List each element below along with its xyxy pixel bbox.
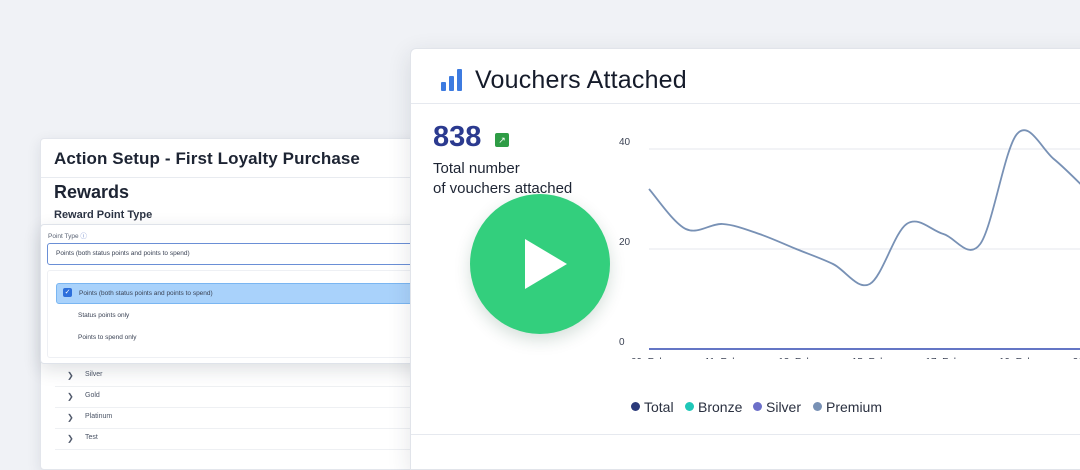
- tier-label: Test: [85, 434, 98, 441]
- kpi-description: Total number: [433, 160, 520, 177]
- point-type-label: Point Type ⓘ: [48, 233, 87, 240]
- option-status-points-only[interactable]: Status points only: [56, 306, 416, 325]
- y-tick-label: 20: [619, 237, 631, 248]
- y-tick-label: 0: [619, 337, 625, 348]
- card-title: Vouchers Attached: [475, 66, 687, 94]
- legend-dot: [685, 402, 694, 411]
- vouchers-line-chart: 0 20 40 09. Feb 11. Feb 13. Feb 15. Feb 17. Feb…: [619, 129, 1080, 359]
- legend-dot: [813, 402, 822, 411]
- point-type-value: Points (both status points and points to…: [56, 250, 190, 257]
- series-line-premium: [648, 129, 1080, 287]
- card-header: Vouchers Attached: [411, 49, 1080, 104]
- option-label: Points to spend only: [78, 334, 137, 341]
- tier-label: Platinum: [85, 413, 113, 420]
- divider: [411, 434, 1080, 435]
- chevron-right-icon: ❯: [67, 413, 74, 422]
- reward-point-type-label: Reward Point Type: [54, 209, 153, 221]
- divider: [41, 177, 461, 178]
- option-points-to-spend-only[interactable]: Points to spend only: [56, 328, 416, 347]
- option-label: Status points only: [78, 312, 130, 319]
- play-button[interactable]: [470, 194, 610, 334]
- action-setup-title: Action Setup - First Loyalty Purchase: [54, 149, 360, 168]
- tier-label: Gold: [85, 392, 100, 399]
- x-tick-label: 11. Feb: [705, 357, 739, 359]
- x-tick-label: 09. Feb: [631, 357, 665, 359]
- chevron-right-icon: ❯: [67, 434, 74, 443]
- rewards-title: Rewards: [54, 182, 130, 202]
- kpi-value: 838: [433, 121, 482, 153]
- bar-chart-icon: [441, 69, 463, 91]
- point-type-select[interactable]: Points (both status points and points to…: [47, 243, 417, 265]
- option-both-points[interactable]: ✓ Points (both status points and points …: [56, 283, 418, 304]
- y-tick-label: 40: [619, 137, 631, 148]
- chevron-right-icon: ❯: [67, 392, 74, 401]
- play-icon: [525, 239, 567, 289]
- x-tick-label: 17. Feb: [925, 357, 959, 359]
- x-tick-label: 15. Feb: [852, 357, 886, 359]
- tier-row-silver[interactable]: ❯ Silver: [55, 365, 461, 387]
- tier-row-platinum[interactable]: ❯ Platinum: [55, 407, 461, 429]
- checkbox-checked-icon: ✓: [63, 288, 72, 297]
- point-type-options: ✓ Points (both status points and points …: [47, 270, 429, 358]
- tier-row-gold[interactable]: ❯ Gold: [55, 386, 461, 408]
- x-tick-label: 13. Feb: [778, 357, 812, 359]
- option-label: Points (both status points and points to…: [79, 290, 213, 297]
- tier-row-test[interactable]: ❯ Test: [55, 428, 461, 450]
- info-icon[interactable]: ⓘ: [80, 233, 87, 240]
- point-type-dropdown: Point Type ⓘ Points (both status points …: [40, 224, 437, 364]
- x-tick-label: 21.: [1073, 357, 1080, 359]
- legend-dot: [753, 402, 762, 411]
- tier-label: Silver: [85, 371, 103, 378]
- chevron-right-icon: ❯: [67, 371, 74, 380]
- trend-up-icon: ↗: [495, 133, 509, 147]
- x-tick-label: 19. Feb: [999, 357, 1033, 359]
- legend-dot: [631, 402, 640, 411]
